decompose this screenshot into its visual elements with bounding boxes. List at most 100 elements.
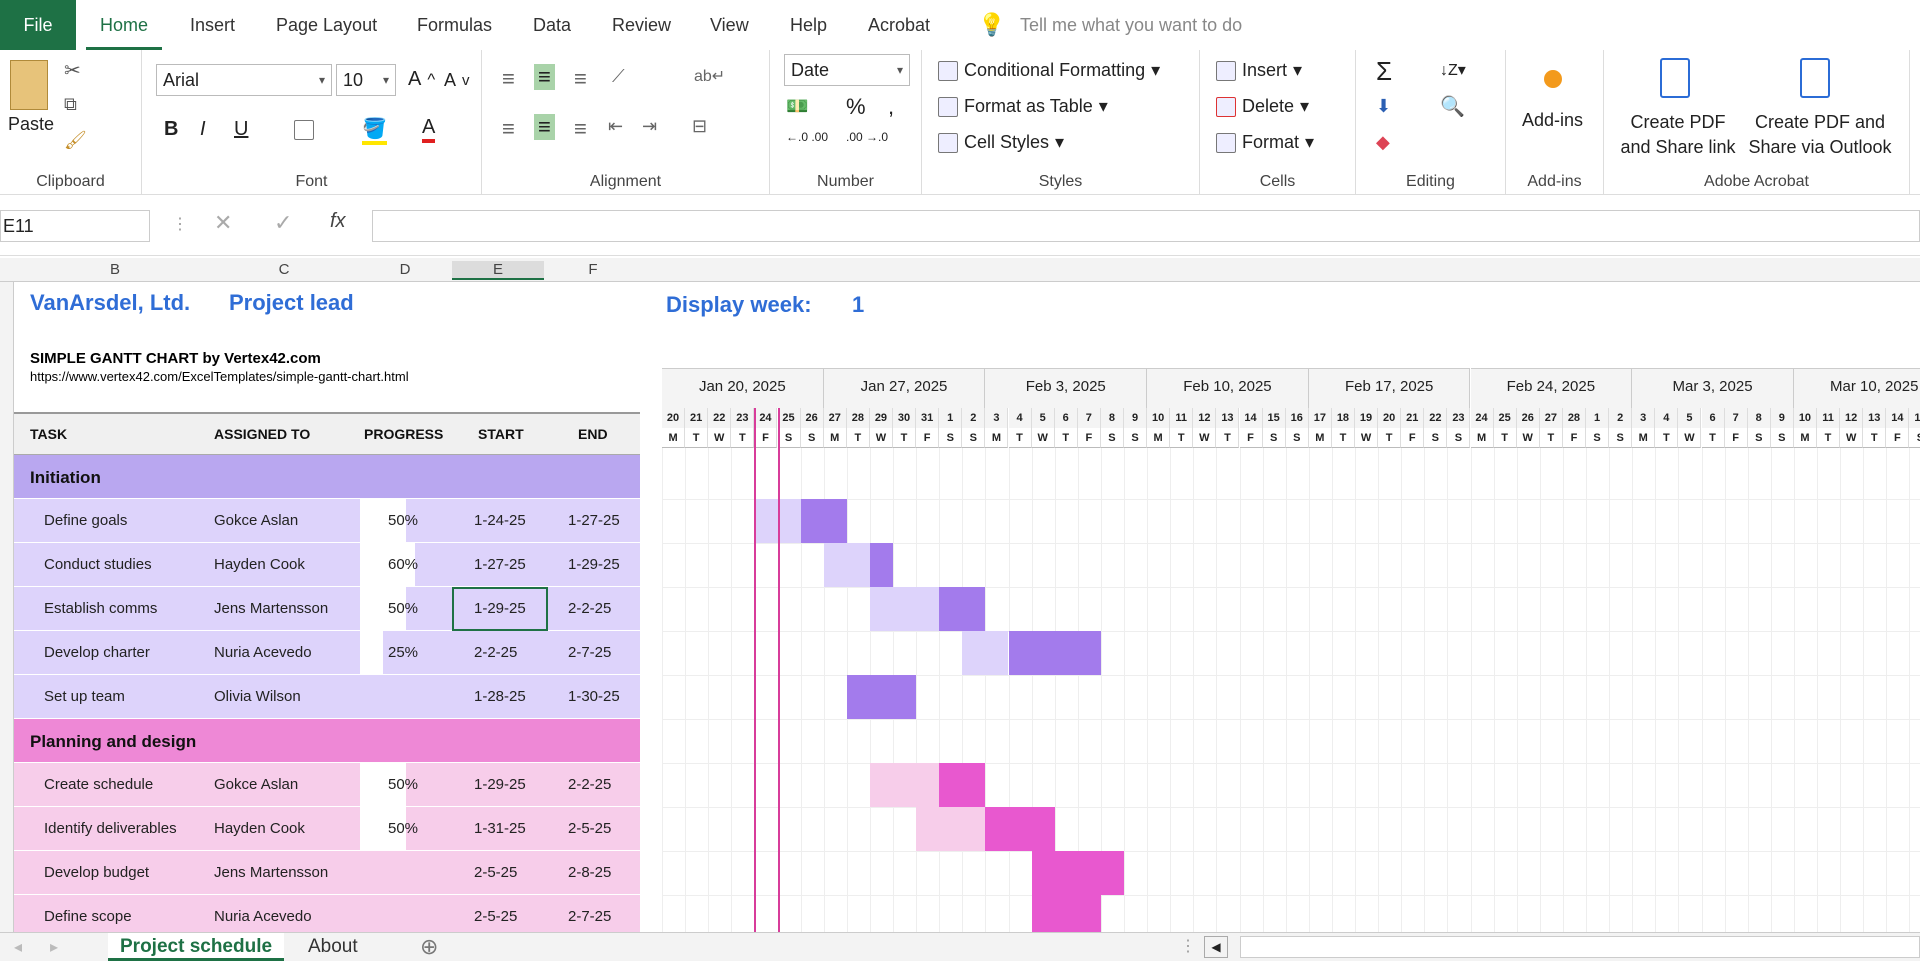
task-row[interactable]: Identify deliverables Hayden Cook 1-31-25 2… (14, 807, 640, 851)
company-name[interactable]: VanArsdel, Ltd. (30, 290, 190, 316)
task-row[interactable]: Develop charter Nuria Acevedo 2-2-25 2-7-25… (14, 631, 640, 675)
scroll-right-icon[interactable]: ▸ (50, 937, 58, 957)
font-family-select[interactable]: Arial (156, 64, 332, 96)
column-header-b[interactable]: B (60, 261, 170, 278)
progress-cell[interactable] (360, 851, 452, 895)
tab-home[interactable]: Home (86, 0, 163, 50)
worksheet[interactable]: VanArsdel, Ltd. Project lead Display wee… (0, 282, 1920, 932)
create-pdf-outlook-button[interactable]: Create PDF and Share via Outlook (1744, 110, 1896, 160)
align-right-icon[interactable]: ≡ (574, 116, 587, 142)
merge-center-icon[interactable]: ⊟ (692, 116, 707, 137)
phase-row[interactable]: Planning and design (14, 719, 640, 763)
align-top-icon[interactable]: ≡ (502, 66, 515, 92)
tell-me-search[interactable]: Tell me what you want to do (1020, 0, 1242, 50)
copy-icon[interactable]: ⧉ (64, 94, 77, 115)
number-format-select[interactable]: Date (784, 54, 910, 86)
add-sheet-icon[interactable]: ⊕ (420, 934, 438, 960)
borders-icon[interactable] (294, 120, 314, 140)
underline-icon[interactable]: U (234, 118, 248, 141)
font-size-select[interactable]: 10 (336, 64, 396, 96)
orientation-icon[interactable]: ⟋ (612, 66, 625, 87)
formula-input[interactable] (372, 210, 1920, 242)
decrease-decimal-icon[interactable]: .00 →.0 (846, 130, 888, 144)
progress-cell[interactable]: 50% (360, 499, 452, 543)
sort-filter-icon[interactable]: ↓Z▾ (1440, 60, 1466, 80)
display-week-value[interactable]: 1 (852, 292, 864, 318)
task-row[interactable]: Define goals Gokce Aslan 1-24-25 1-27-25 50% (14, 499, 640, 543)
sheet-tab-about[interactable]: About (296, 933, 370, 961)
cut-icon[interactable]: ✂ (64, 58, 81, 83)
conditional-formatting-button[interactable]: Conditional Formatting ▾ (938, 60, 1160, 81)
task-row[interactable]: Create schedule Gokce Aslan 1-29-25 2-2-25 5… (14, 763, 640, 807)
tab-page-layout[interactable]: Page Layout (262, 0, 391, 50)
insert-cells-button[interactable]: Insert ▾ (1216, 60, 1302, 81)
selected-cell[interactable] (452, 587, 548, 631)
task-row[interactable]: Conduct studies Hayden Cook 1-27-25 1-29-25… (14, 543, 640, 587)
tab-formulas[interactable]: Formulas (403, 0, 506, 50)
align-middle-icon[interactable]: ≡ (534, 64, 555, 90)
horizontal-scrollbar[interactable] (1240, 936, 1920, 958)
delete-cells-button[interactable]: Delete ▾ (1216, 96, 1309, 117)
tab-review[interactable]: Review (598, 0, 685, 50)
font-color-icon[interactable]: A (422, 116, 436, 143)
tab-acrobat[interactable]: Acrobat (854, 0, 944, 50)
tab-insert[interactable]: Insert (176, 0, 249, 50)
align-center-icon[interactable]: ≡ (534, 114, 555, 140)
progress-cell[interactable] (360, 675, 452, 719)
format-cells-button[interactable]: Format ▾ (1216, 132, 1314, 153)
cancel-icon[interactable]: ✕ (214, 210, 232, 236)
scroll-left-icon[interactable]: ◂ (14, 937, 22, 957)
task-row[interactable]: Set up team Olivia Wilson 1-28-25 1-30-25 (14, 675, 640, 719)
insert-function-icon[interactable]: fx (330, 210, 346, 233)
italic-icon[interactable]: I (200, 118, 206, 141)
day-number: 31 (916, 408, 940, 428)
percent-style-icon[interactable]: % (846, 94, 866, 120)
progress-cell[interactable]: 50% (360, 763, 452, 807)
wrap-text-icon[interactable]: ab↵ (694, 66, 725, 86)
tab-file[interactable]: File (0, 0, 76, 50)
progress-cell[interactable] (360, 895, 452, 932)
comma-style-icon[interactable]: , (888, 94, 894, 120)
task-row[interactable]: Develop budget Jens Martensson 2-5-25 2-8-2… (14, 851, 640, 895)
format-painter-icon[interactable]: 🖌 (64, 130, 87, 151)
progress-cell[interactable]: 50% (360, 807, 452, 851)
find-select-icon[interactable]: 🔍 (1440, 94, 1465, 119)
progress-cell[interactable]: 25% (360, 631, 452, 675)
task-row[interactable]: Define scope Nuria Acevedo 2-5-25 2-7-25 (14, 895, 640, 932)
bold-icon[interactable]: B (164, 118, 178, 141)
cell-styles-button[interactable]: Cell Styles ▾ (938, 132, 1064, 153)
project-lead[interactable]: Project lead (229, 290, 354, 316)
progress-cell[interactable]: 50% (360, 587, 452, 631)
column-header-f[interactable]: F (548, 261, 638, 278)
column-header-c[interactable]: C (214, 261, 354, 278)
decrease-indent-icon[interactable]: ⇤ (608, 116, 623, 137)
tab-data[interactable]: Data (519, 0, 585, 50)
tab-view[interactable]: View (696, 0, 763, 50)
grow-font-icon[interactable]: A ^ (408, 68, 435, 91)
sheet-tab-project-schedule[interactable]: Project schedule (108, 933, 285, 961)
task-start: 1-24-25 (474, 512, 526, 529)
align-bottom-icon[interactable]: ≡ (574, 66, 587, 92)
fill-icon[interactable]: ⬇ (1376, 96, 1391, 117)
progress-cell[interactable]: 60% (360, 543, 452, 587)
create-pdf-share-link-button[interactable]: Create PDF and Share link (1618, 110, 1738, 160)
column-header-d[interactable]: D (360, 261, 450, 278)
align-left-icon[interactable]: ≡ (502, 116, 515, 142)
accounting-format-icon[interactable]: 💵 (786, 96, 808, 117)
fill-color-icon[interactable]: 🪣 (362, 116, 387, 145)
clear-icon[interactable]: ◆ (1376, 132, 1390, 153)
shrink-font-icon[interactable]: Av (444, 70, 470, 91)
tab-help[interactable]: Help (776, 0, 841, 50)
autosum-icon[interactable]: Σ (1376, 56, 1392, 87)
addins-button[interactable]: Add-ins (1522, 110, 1583, 131)
phase-row[interactable]: Initiation (14, 455, 640, 499)
hscroll-left-button[interactable]: ◀ (1204, 936, 1228, 958)
increase-indent-icon[interactable]: ⇥ (642, 116, 657, 137)
increase-decimal-icon[interactable]: ←.0 .00 (786, 130, 828, 144)
paste-button[interactable]: Paste (8, 114, 54, 135)
column-header-e[interactable]: E (452, 261, 544, 280)
enter-icon[interactable]: ✓ (274, 210, 292, 236)
name-box[interactable]: E11 (0, 210, 150, 242)
template-url[interactable]: https://www.vertex42.com/ExcelTemplates/… (30, 369, 409, 384)
format-as-table-button[interactable]: Format as Table ▾ (938, 96, 1108, 117)
